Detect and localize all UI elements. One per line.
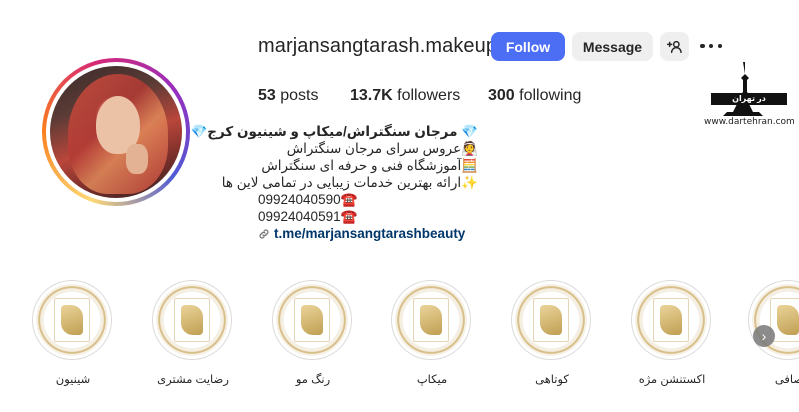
brand-logo-icon — [660, 305, 682, 335]
highlight-item[interactable]: اکستنشن مژه — [631, 280, 713, 390]
profile-avatar[interactable] — [42, 58, 190, 206]
highlight-label: رنگ مو — [295, 374, 331, 386]
bio-line: ✨ارائه بهترین خدمات زیبایی در تمامی لاین… — [221, 175, 478, 190]
posts-label: posts — [275, 87, 319, 104]
highlight-cover — [32, 280, 112, 360]
posts-count: 53 — [258, 87, 276, 104]
watermark-site: www.dartehran.com — [704, 117, 795, 127]
highlight-label: میکاپ — [416, 374, 448, 386]
highlight-item[interactable]: شینیون — [32, 280, 114, 390]
highlight-label: کوتاهی — [535, 374, 569, 386]
followers-count: 13.7K — [350, 87, 393, 104]
bio-link[interactable]: t.me/marjansangtarashbeauty — [258, 225, 478, 242]
brand-logo-icon — [181, 305, 203, 335]
highlight-item[interactable]: میکاپ — [391, 280, 473, 390]
highlight-item[interactable]: رضایت مشتری — [152, 280, 234, 390]
following-label: following — [514, 87, 582, 104]
highlight-cover — [152, 280, 232, 360]
watermark-banner: در تهران — [711, 93, 787, 105]
message-button[interactable]: Message — [572, 32, 653, 61]
follow-button[interactable]: Follow — [491, 32, 565, 61]
avatar-photo — [50, 66, 182, 198]
highlight-cover — [511, 280, 591, 360]
bio-phone: 09924040590☎️ — [258, 192, 358, 207]
highlight-label: شینیون — [55, 374, 91, 386]
bio-name: 💎 مرجان سنگتراش/میکاپ و شینیون کرج💎 — [190, 124, 478, 139]
link-icon — [259, 229, 269, 238]
bio-line: 👰عروس سرای مرجان سنگتراش — [286, 141, 478, 156]
brand-logo-icon — [777, 305, 799, 335]
highlight-item[interactable]: رنگ مو — [272, 280, 354, 390]
followers-stat[interactable]: 13.7K followers — [350, 87, 460, 105]
brand-logo-icon — [301, 305, 323, 335]
add-user-icon — [666, 40, 682, 53]
highlight-label: اکستنشن مژه — [638, 374, 706, 386]
profile-username: marjansangtarash.makeup — [258, 35, 498, 57]
following-count: 300 — [488, 87, 515, 104]
add-user-button[interactable] — [660, 32, 689, 61]
highlight-item[interactable]: کوتاهی — [511, 280, 593, 390]
highlight-label: رضایت مشتری — [157, 374, 229, 386]
highlight-cover — [748, 280, 799, 360]
more-options-icon[interactable] — [700, 36, 722, 56]
highlight-label: صافی — [774, 374, 799, 386]
bio-phone: 09924040591☎️ — [258, 209, 358, 224]
profile-bio: 💎 مرجان سنگتراش/میکاپ و شینیون کرج💎 👰عرو… — [190, 123, 478, 242]
highlight-cover — [631, 280, 711, 360]
chevron-right-icon: › — [761, 328, 767, 344]
posts-stat: 53 posts — [258, 87, 318, 105]
bio-link-text: t.me/marjansangtarashbeauty — [274, 226, 466, 241]
brand-logo-icon — [61, 305, 83, 335]
bio-line: 🧮آموزشگاه فنی و حرفه ای سنگتراش — [261, 158, 478, 173]
following-stat[interactable]: 300 following — [488, 87, 581, 105]
highlight-cover — [272, 280, 352, 360]
highlight-cover — [391, 280, 471, 360]
brand-logo-icon — [540, 305, 562, 335]
brand-logo-icon — [420, 305, 442, 335]
avatar-story-ring — [46, 62, 186, 202]
followers-label: followers — [392, 87, 461, 104]
highlights-next-button[interactable]: › — [753, 325, 775, 347]
